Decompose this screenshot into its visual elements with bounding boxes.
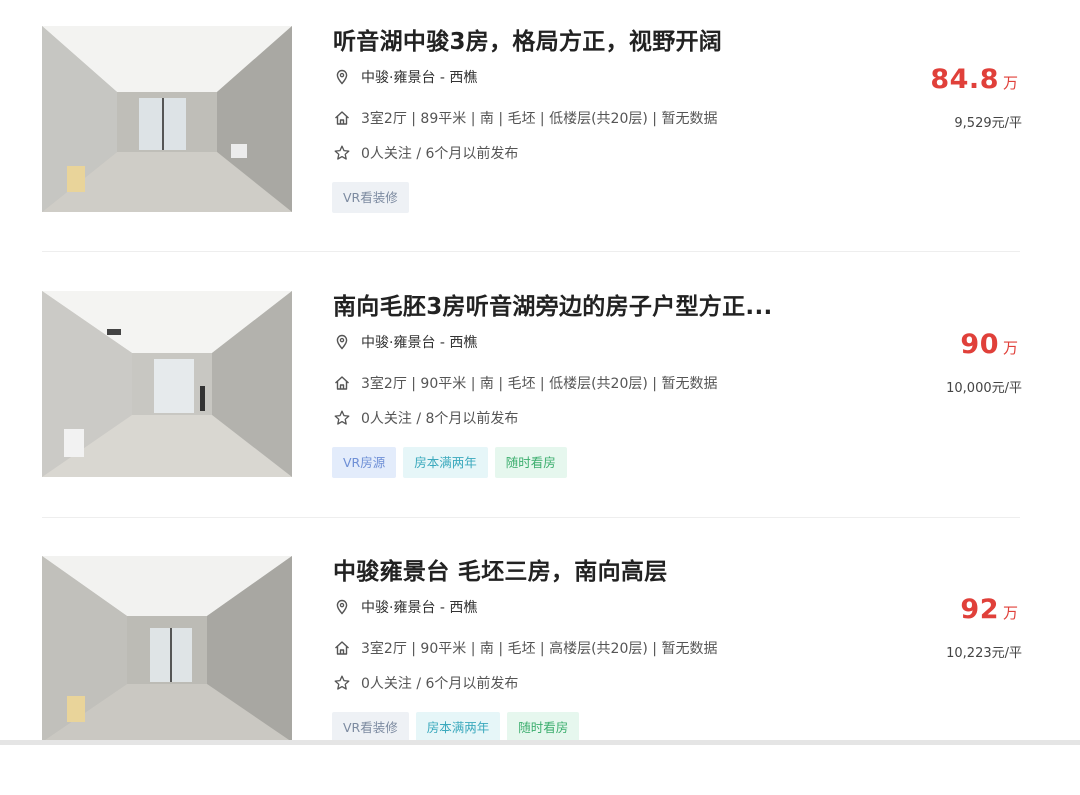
follow-row: 0人关注 / 6个月以前发布 (333, 143, 518, 163)
listing-photo[interactable] (42, 556, 292, 742)
total-price: 90 万 (960, 329, 1018, 360)
unit-price: 10,000元/平 (946, 381, 1022, 396)
house-icon (333, 374, 351, 392)
price-unit: 万 (1002, 604, 1018, 622)
total-price: 92 万 (960, 594, 1018, 625)
tag-certificate-two-years[interactable]: 房本满两年 (415, 712, 501, 743)
tag-list: VR看装修 (332, 182, 409, 213)
tag-vr-listing[interactable]: VR房源 (332, 447, 397, 478)
tag-vr-decoration[interactable]: VR看装修 (332, 712, 409, 743)
listing-card: 南向毛胚3房听音湖旁边的房子户型方正... 中骏·雍景台 - 西樵 3室2厅 |… (0, 265, 1080, 530)
community-link[interactable]: 中骏·雍景台 - 西樵 (361, 332, 477, 352)
listing-title[interactable]: 南向毛胚3房听音湖旁边的房子户型方正... (333, 287, 773, 321)
listing-card: 中骏雍景台 毛坯三房，南向高层 中骏·雍景台 - 西樵 3室2厅 | 90平米 … (0, 530, 1080, 795)
price-unit: 万 (1002, 339, 1018, 357)
location-pin-icon (333, 333, 351, 351)
location-row: 中骏·雍景台 - 西樵 (333, 332, 477, 352)
divider (42, 517, 1020, 518)
follow-text: 0人关注 / 6个月以前发布 (361, 676, 519, 692)
star-icon (333, 409, 351, 427)
follow-text: 0人关注 / 6个月以前发布 (361, 146, 519, 162)
listing-card: 听音湖中骏3房，格局方正，视野开阔 中骏·雍景台 - 西樵 3室2厅 | 89平… (0, 0, 1080, 265)
follow-row: 0人关注 / 8个月以前发布 (333, 408, 518, 428)
location-row: 中骏·雍景台 - 西樵 (333, 67, 477, 87)
tag-vr-decoration[interactable]: VR看装修 (332, 182, 409, 213)
house-info-text: 3室2厅 | 89平米 | 南 | 毛坯 | 低楼层(共20层) | 暂无数据 (361, 111, 718, 127)
house-icon (333, 109, 351, 127)
page-bottom-bar (0, 740, 1080, 745)
house-info-text: 3室2厅 | 90平米 | 南 | 毛坯 | 低楼层(共20层) | 暂无数据 (361, 376, 718, 392)
tag-list: VR看装修 房本满两年 随时看房 (332, 712, 580, 743)
total-price: 84.8 万 (930, 64, 1018, 95)
follow-text: 0人关注 / 8个月以前发布 (361, 411, 519, 427)
listing-title[interactable]: 中骏雍景台 毛坯三房，南向高层 (333, 552, 668, 586)
unit-price: 10,223元/平 (946, 646, 1022, 661)
tag-viewing-anytime[interactable]: 随时看房 (494, 447, 567, 478)
follow-row: 0人关注 / 6个月以前发布 (333, 673, 518, 693)
house-info-row: 3室2厅 | 89平米 | 南 | 毛坯 | 低楼层(共20层) | 暂无数据 (333, 108, 717, 128)
community-link[interactable]: 中骏·雍景台 - 西樵 (361, 67, 477, 87)
tag-certificate-two-years[interactable]: 房本满两年 (403, 447, 488, 478)
price-unit: 万 (1002, 74, 1018, 92)
house-info-row: 3室2厅 | 90平米 | 南 | 毛坯 | 低楼层(共20层) | 暂无数据 (333, 373, 717, 393)
price-value: 92 (960, 594, 999, 625)
location-pin-icon (333, 68, 351, 86)
location-pin-icon (333, 598, 351, 616)
listing-photo[interactable] (42, 26, 292, 212)
listing-title[interactable]: 听音湖中骏3房，格局方正，视野开阔 (333, 22, 722, 56)
tag-list: VR房源 房本满两年 随时看房 (332, 447, 567, 478)
house-icon (333, 639, 351, 657)
star-icon (333, 144, 351, 162)
price-value: 84.8 (930, 64, 999, 95)
house-info-row: 3室2厅 | 90平米 | 南 | 毛坯 | 高楼层(共20层) | 暂无数据 (333, 638, 717, 658)
price-value: 90 (960, 329, 999, 360)
divider (42, 251, 1020, 252)
house-info-text: 3室2厅 | 90平米 | 南 | 毛坯 | 高楼层(共20层) | 暂无数据 (361, 641, 718, 657)
community-link[interactable]: 中骏·雍景台 - 西樵 (361, 597, 477, 617)
listing-photo[interactable] (42, 291, 292, 477)
location-row: 中骏·雍景台 - 西樵 (333, 597, 477, 617)
tag-viewing-anytime[interactable]: 随时看房 (507, 712, 580, 743)
unit-price: 9,529元/平 (954, 116, 1022, 131)
star-icon (333, 674, 351, 692)
